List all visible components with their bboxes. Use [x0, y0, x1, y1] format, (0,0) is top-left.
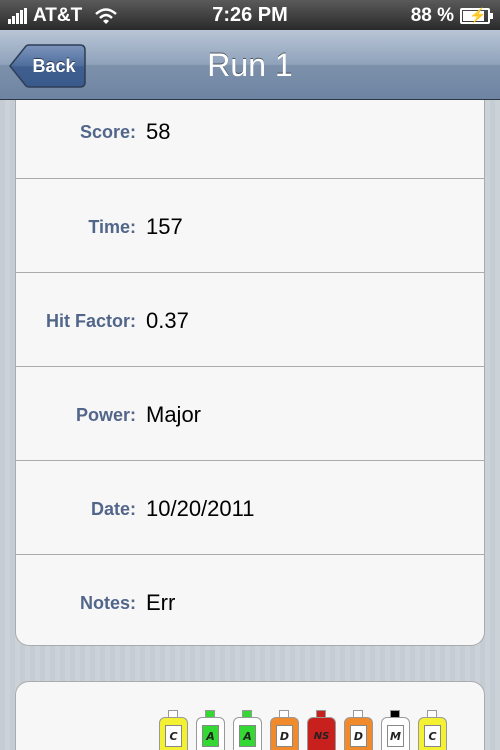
- field-value: Major: [146, 402, 202, 427]
- target-code: D: [276, 725, 293, 747]
- target-body: A: [233, 717, 262, 750]
- field-label: Power:: [75, 405, 136, 425]
- field-label: Date:: [90, 499, 136, 519]
- run-details-table: Score: 58 Time: 157 Hit Factor: 0.37 Pow…: [15, 100, 485, 646]
- target-hit-c: C: [415, 710, 450, 750]
- target-code: A: [202, 725, 219, 747]
- field-label: Time:: [88, 217, 136, 237]
- target-body: NS: [307, 717, 336, 750]
- target-code: D: [350, 725, 367, 747]
- field-row-score: Score: 58: [16, 100, 484, 178]
- target-body: M: [381, 717, 410, 750]
- page-title: Run 1: [207, 47, 293, 83]
- field-label: Hit Factor:: [46, 311, 136, 331]
- field-value: 0.37: [146, 308, 189, 333]
- target-hit-a: A: [193, 710, 228, 750]
- field-row-power: Power: Major: [16, 366, 484, 460]
- field-value: 157: [146, 214, 183, 239]
- target-hit-ns: NS: [304, 710, 339, 750]
- target-body: C: [159, 717, 188, 750]
- field-label: Score:: [79, 122, 136, 142]
- target-body: D: [344, 717, 373, 750]
- status-bar: AT&T 7:26 PM 88 % ⚡: [0, 0, 500, 30]
- field-row-time: Time: 157: [16, 178, 484, 272]
- field-value: Err: [146, 590, 176, 615]
- target-hit-c: C: [156, 710, 191, 750]
- field-row-notes: Notes: Err: [16, 554, 484, 645]
- targets-card: C A A D NS D M C: [15, 681, 485, 750]
- target-code: C: [424, 725, 441, 747]
- target-body: D: [270, 717, 299, 750]
- target-hit-m: M: [378, 710, 413, 750]
- field-value: 10/20/2011: [146, 496, 255, 521]
- battery-percent: 88 %: [410, 5, 454, 26]
- target-code: C: [165, 725, 182, 747]
- target-hit-d: D: [341, 710, 376, 750]
- battery-icon: ⚡: [460, 7, 493, 24]
- target-code: A: [239, 725, 256, 747]
- field-row-date: Date: 10/20/2011: [16, 460, 484, 554]
- status-right: 88 % ⚡: [410, 5, 493, 27]
- target-hit-a: A: [230, 710, 265, 750]
- field-row-hit-factor: Hit Factor: 0.37: [16, 272, 484, 366]
- charging-icon: ⚡: [469, 7, 487, 23]
- target-code: M: [387, 725, 404, 747]
- target-code: NS: [313, 730, 330, 742]
- field-label: Notes:: [79, 593, 136, 613]
- field-value: 58: [146, 119, 171, 144]
- target-body: C: [418, 717, 447, 750]
- target-hits-strip: C A A D NS D M C: [156, 710, 452, 750]
- target-body: A: [196, 717, 225, 750]
- navigation-bar: Back Run 1: [0, 30, 500, 100]
- target-hit-d: D: [267, 710, 302, 750]
